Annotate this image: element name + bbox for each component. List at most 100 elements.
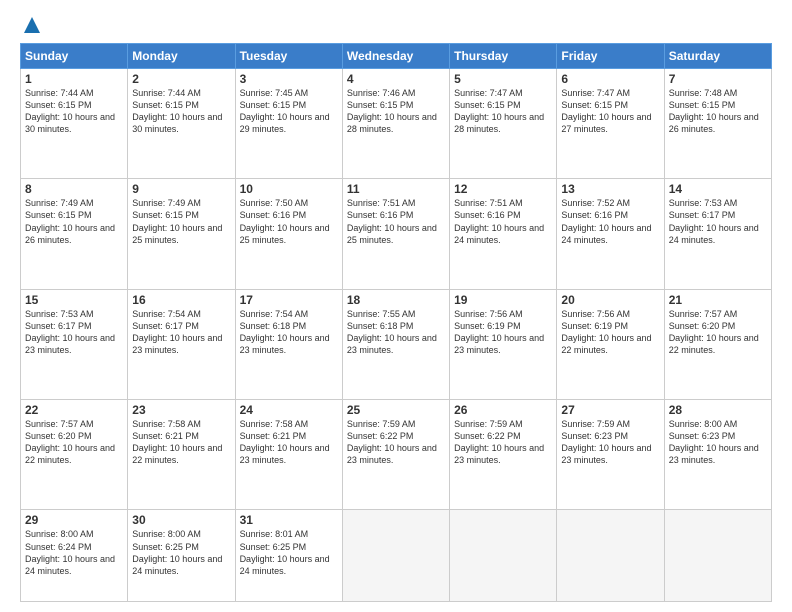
calendar-header-saturday: Saturday xyxy=(664,44,771,69)
header xyxy=(20,15,772,35)
calendar-header-thursday: Thursday xyxy=(450,44,557,69)
calendar-cell: 19Sunrise: 7:56 AMSunset: 6:19 PMDayligh… xyxy=(450,289,557,399)
calendar-cell: 25Sunrise: 7:59 AMSunset: 6:22 PMDayligh… xyxy=(342,400,449,510)
day-number: 13 xyxy=(561,182,659,196)
day-info: Sunrise: 7:47 AMSunset: 6:15 PMDaylight:… xyxy=(561,87,659,136)
calendar-cell: 14Sunrise: 7:53 AMSunset: 6:17 PMDayligh… xyxy=(664,179,771,289)
day-number: 2 xyxy=(132,72,230,86)
day-info: Sunrise: 7:58 AMSunset: 6:21 PMDaylight:… xyxy=(132,418,230,467)
day-info: Sunrise: 7:53 AMSunset: 6:17 PMDaylight:… xyxy=(669,197,767,246)
day-info: Sunrise: 8:01 AMSunset: 6:25 PMDaylight:… xyxy=(240,528,338,577)
calendar-week-row-1: 8Sunrise: 7:49 AMSunset: 6:15 PMDaylight… xyxy=(21,179,772,289)
calendar-cell: 4Sunrise: 7:46 AMSunset: 6:15 PMDaylight… xyxy=(342,69,449,179)
day-info: Sunrise: 8:00 AMSunset: 6:24 PMDaylight:… xyxy=(25,528,123,577)
day-number: 25 xyxy=(347,403,445,417)
day-number: 10 xyxy=(240,182,338,196)
day-info: Sunrise: 7:57 AMSunset: 6:20 PMDaylight:… xyxy=(25,418,123,467)
calendar-cell: 31Sunrise: 8:01 AMSunset: 6:25 PMDayligh… xyxy=(235,510,342,602)
day-number: 9 xyxy=(132,182,230,196)
day-number: 29 xyxy=(25,513,123,527)
calendar-header-wednesday: Wednesday xyxy=(342,44,449,69)
day-number: 4 xyxy=(347,72,445,86)
calendar-cell xyxy=(450,510,557,602)
day-number: 22 xyxy=(25,403,123,417)
logo-icon xyxy=(22,15,42,35)
day-number: 14 xyxy=(669,182,767,196)
day-number: 6 xyxy=(561,72,659,86)
calendar-cell: 21Sunrise: 7:57 AMSunset: 6:20 PMDayligh… xyxy=(664,289,771,399)
day-number: 12 xyxy=(454,182,552,196)
calendar-week-row-0: 1Sunrise: 7:44 AMSunset: 6:15 PMDaylight… xyxy=(21,69,772,179)
day-info: Sunrise: 7:59 AMSunset: 6:23 PMDaylight:… xyxy=(561,418,659,467)
day-number: 24 xyxy=(240,403,338,417)
day-number: 1 xyxy=(25,72,123,86)
calendar-cell: 18Sunrise: 7:55 AMSunset: 6:18 PMDayligh… xyxy=(342,289,449,399)
calendar-cell: 9Sunrise: 7:49 AMSunset: 6:15 PMDaylight… xyxy=(128,179,235,289)
day-info: Sunrise: 7:52 AMSunset: 6:16 PMDaylight:… xyxy=(561,197,659,246)
calendar-cell xyxy=(342,510,449,602)
day-info: Sunrise: 7:56 AMSunset: 6:19 PMDaylight:… xyxy=(561,308,659,357)
day-number: 16 xyxy=(132,293,230,307)
day-info: Sunrise: 7:44 AMSunset: 6:15 PMDaylight:… xyxy=(25,87,123,136)
calendar-cell: 6Sunrise: 7:47 AMSunset: 6:15 PMDaylight… xyxy=(557,69,664,179)
day-info: Sunrise: 7:55 AMSunset: 6:18 PMDaylight:… xyxy=(347,308,445,357)
day-number: 28 xyxy=(669,403,767,417)
calendar-cell: 11Sunrise: 7:51 AMSunset: 6:16 PMDayligh… xyxy=(342,179,449,289)
day-number: 27 xyxy=(561,403,659,417)
calendar-cell: 28Sunrise: 8:00 AMSunset: 6:23 PMDayligh… xyxy=(664,400,771,510)
day-info: Sunrise: 7:46 AMSunset: 6:15 PMDaylight:… xyxy=(347,87,445,136)
calendar-cell: 7Sunrise: 7:48 AMSunset: 6:15 PMDaylight… xyxy=(664,69,771,179)
day-number: 20 xyxy=(561,293,659,307)
calendar-cell: 27Sunrise: 7:59 AMSunset: 6:23 PMDayligh… xyxy=(557,400,664,510)
day-info: Sunrise: 7:50 AMSunset: 6:16 PMDaylight:… xyxy=(240,197,338,246)
calendar-cell: 22Sunrise: 7:57 AMSunset: 6:20 PMDayligh… xyxy=(21,400,128,510)
logo-text xyxy=(20,15,42,35)
calendar-header-row: SundayMondayTuesdayWednesdayThursdayFrid… xyxy=(21,44,772,69)
calendar-table: SundayMondayTuesdayWednesdayThursdayFrid… xyxy=(20,43,772,602)
day-info: Sunrise: 8:00 AMSunset: 6:25 PMDaylight:… xyxy=(132,528,230,577)
calendar-cell: 17Sunrise: 7:54 AMSunset: 6:18 PMDayligh… xyxy=(235,289,342,399)
day-number: 5 xyxy=(454,72,552,86)
day-info: Sunrise: 7:57 AMSunset: 6:20 PMDaylight:… xyxy=(669,308,767,357)
day-info: Sunrise: 8:00 AMSunset: 6:23 PMDaylight:… xyxy=(669,418,767,467)
day-info: Sunrise: 7:49 AMSunset: 6:15 PMDaylight:… xyxy=(25,197,123,246)
calendar-cell: 13Sunrise: 7:52 AMSunset: 6:16 PMDayligh… xyxy=(557,179,664,289)
page: SundayMondayTuesdayWednesdayThursdayFrid… xyxy=(0,0,792,612)
day-info: Sunrise: 7:56 AMSunset: 6:19 PMDaylight:… xyxy=(454,308,552,357)
day-number: 23 xyxy=(132,403,230,417)
day-info: Sunrise: 7:44 AMSunset: 6:15 PMDaylight:… xyxy=(132,87,230,136)
day-number: 8 xyxy=(25,182,123,196)
day-number: 11 xyxy=(347,182,445,196)
day-info: Sunrise: 7:58 AMSunset: 6:21 PMDaylight:… xyxy=(240,418,338,467)
calendar-cell xyxy=(557,510,664,602)
day-info: Sunrise: 7:54 AMSunset: 6:18 PMDaylight:… xyxy=(240,308,338,357)
day-number: 17 xyxy=(240,293,338,307)
day-info: Sunrise: 7:47 AMSunset: 6:15 PMDaylight:… xyxy=(454,87,552,136)
day-number: 15 xyxy=(25,293,123,307)
calendar-cell: 23Sunrise: 7:58 AMSunset: 6:21 PMDayligh… xyxy=(128,400,235,510)
calendar-cell: 16Sunrise: 7:54 AMSunset: 6:17 PMDayligh… xyxy=(128,289,235,399)
calendar-header-monday: Monday xyxy=(128,44,235,69)
calendar-cell: 8Sunrise: 7:49 AMSunset: 6:15 PMDaylight… xyxy=(21,179,128,289)
calendar-cell: 26Sunrise: 7:59 AMSunset: 6:22 PMDayligh… xyxy=(450,400,557,510)
day-number: 21 xyxy=(669,293,767,307)
day-number: 31 xyxy=(240,513,338,527)
calendar-week-row-3: 22Sunrise: 7:57 AMSunset: 6:20 PMDayligh… xyxy=(21,400,772,510)
calendar-cell: 30Sunrise: 8:00 AMSunset: 6:25 PMDayligh… xyxy=(128,510,235,602)
day-info: Sunrise: 7:53 AMSunset: 6:17 PMDaylight:… xyxy=(25,308,123,357)
day-number: 19 xyxy=(454,293,552,307)
calendar-cell: 15Sunrise: 7:53 AMSunset: 6:17 PMDayligh… xyxy=(21,289,128,399)
calendar-cell: 12Sunrise: 7:51 AMSunset: 6:16 PMDayligh… xyxy=(450,179,557,289)
day-number: 30 xyxy=(132,513,230,527)
day-info: Sunrise: 7:45 AMSunset: 6:15 PMDaylight:… xyxy=(240,87,338,136)
calendar-cell: 3Sunrise: 7:45 AMSunset: 6:15 PMDaylight… xyxy=(235,69,342,179)
day-info: Sunrise: 7:51 AMSunset: 6:16 PMDaylight:… xyxy=(454,197,552,246)
calendar-week-row-4: 29Sunrise: 8:00 AMSunset: 6:24 PMDayligh… xyxy=(21,510,772,602)
day-info: Sunrise: 7:54 AMSunset: 6:17 PMDaylight:… xyxy=(132,308,230,357)
calendar-cell: 24Sunrise: 7:58 AMSunset: 6:21 PMDayligh… xyxy=(235,400,342,510)
day-number: 7 xyxy=(669,72,767,86)
calendar-cell: 2Sunrise: 7:44 AMSunset: 6:15 PMDaylight… xyxy=(128,69,235,179)
calendar-header-friday: Friday xyxy=(557,44,664,69)
calendar-cell: 10Sunrise: 7:50 AMSunset: 6:16 PMDayligh… xyxy=(235,179,342,289)
calendar-week-row-2: 15Sunrise: 7:53 AMSunset: 6:17 PMDayligh… xyxy=(21,289,772,399)
